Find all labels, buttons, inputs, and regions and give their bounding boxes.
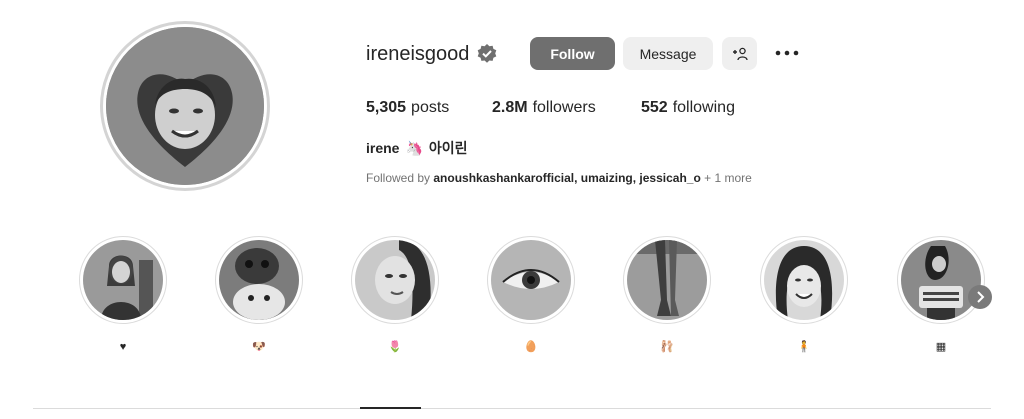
highlight-ring — [897, 236, 985, 324]
story-highlight[interactable]: 🐶 — [215, 236, 303, 354]
highlight-cover — [83, 240, 163, 320]
highlight-cover — [764, 240, 844, 320]
following-label: following — [672, 99, 735, 116]
following-count: 552 — [641, 99, 668, 116]
highlight-cover — [491, 240, 571, 320]
followers-count: 2.8M — [492, 99, 528, 116]
posts-label: posts — [411, 99, 450, 116]
message-button[interactable]: Message — [623, 37, 713, 70]
profile-username: ireneisgood — [366, 42, 470, 65]
follow-button[interactable]: Follow — [530, 37, 615, 70]
add-user-icon — [732, 47, 748, 60]
verified-badge-icon — [478, 44, 497, 63]
unicorn-emoji: 🦄 — [405, 139, 423, 156]
highlight-ring — [487, 236, 575, 324]
followers-label: followers — [532, 99, 596, 116]
username-row: ireneisgood — [366, 36, 497, 72]
highlight-cover — [627, 240, 707, 320]
story-highlight[interactable]: 🧍 — [760, 236, 848, 354]
full-name-korean: 아이린 — [428, 140, 468, 156]
followed-by[interactable]: Followed by anoushkashankarofficial, uma… — [366, 171, 752, 185]
highlight-label: 🧍 — [797, 341, 811, 353]
active-tab-indicator — [360, 407, 421, 409]
posts-count: 5,305 — [366, 99, 407, 116]
highlight-cover — [901, 240, 981, 320]
followed-by-prefix: Followed by — [366, 171, 431, 185]
highlight-label: 🐶 — [252, 341, 266, 353]
followed-by-more: + 1 more — [704, 171, 752, 185]
highlight-cover — [355, 240, 435, 320]
highlight-ring — [351, 236, 439, 324]
highlight-ring — [79, 236, 167, 324]
highlight-label: 🩰 — [660, 341, 674, 353]
profile-avatar-ring[interactable] — [100, 21, 270, 191]
story-highlight[interactable]: 🩰 — [623, 236, 711, 354]
followers-stat[interactable]: 2.8M followers — [492, 99, 596, 117]
highlight-ring — [623, 236, 711, 324]
followed-by-users: anoushkashankarofficial, umaizing, jessi… — [433, 171, 701, 185]
following-stat[interactable]: 552 following — [641, 99, 735, 117]
profile-full-name: irene 🦄 아이린 — [366, 138, 468, 158]
profile-avatar[interactable] — [106, 27, 264, 185]
highlight-ring — [215, 236, 303, 324]
highlight-label: ♥ — [119, 341, 127, 353]
story-highlight[interactable]: 🌷 — [351, 236, 439, 354]
suggest-users-button[interactable] — [722, 37, 757, 70]
highlight-label: 🌷 — [388, 341, 402, 353]
highlight-ring — [760, 236, 848, 324]
full-name-text: irene — [366, 140, 400, 156]
more-options-icon — [775, 50, 799, 56]
posts-stat: 5,305 posts — [366, 99, 449, 117]
story-highlight[interactable]: 🥚 — [487, 236, 575, 354]
more-options-button[interactable] — [774, 40, 800, 66]
chevron-right-icon — [977, 291, 985, 303]
story-highlight[interactable]: ♥ — [79, 236, 167, 354]
tabs-divider — [33, 408, 991, 409]
highlight-label: 🥚 — [524, 341, 538, 353]
highlight-label: ▦ — [935, 341, 947, 353]
highlights-next-button[interactable] — [968, 285, 992, 309]
highlight-cover — [219, 240, 299, 320]
